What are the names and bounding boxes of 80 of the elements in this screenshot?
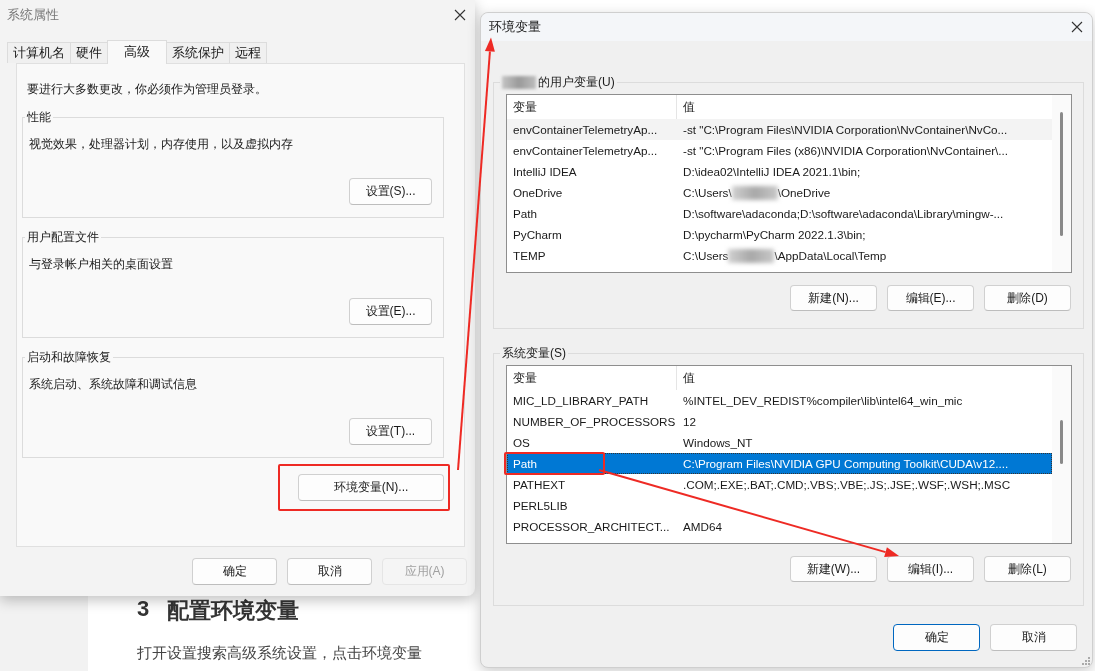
group-description: 系统启动、系统故障和调试信息: [29, 376, 198, 393]
section-number: 3: [137, 596, 150, 623]
table-cell-text: Windows_NT: [682, 435, 754, 451]
table-row[interactable]: OS Windows_NT: [507, 432, 1052, 453]
table-row[interactable]: PyCharm D:\pycharm\PyCharm 2022.1.3\bin;: [507, 224, 1052, 245]
table-cell: OneDrive: [513, 186, 563, 199]
resize-grip-icon[interactable]: [1082, 657, 1090, 665]
window-title: 环境变量: [489, 18, 541, 36]
table-cell: IntelliJ IDEA: [513, 165, 577, 178]
article-paragraph: 打开设置搜索高级系统设置，点击环境变量: [137, 644, 422, 663]
table-cell-text: AMD64: [682, 519, 723, 535]
scrollbar-thumb[interactable]: [1060, 112, 1063, 236]
table-row[interactable]: OneDrive C:\Users\ \OneDrive: [507, 182, 1052, 203]
group-description: 视觉效果，处理器计划，内存使用，以及虚拟内存: [29, 136, 294, 153]
table-cell-text: D:\idea02\IntelliJ IDEA 2021.1\bin;: [682, 164, 862, 180]
dialog-button[interactable]: 确定: [192, 558, 277, 585]
table-cell-text: .COM;.EXE;.BAT;.CMD;.VBS;.VBE;.JS;.JSE;.WSF;.WSH;.MSC: [682, 477, 1012, 493]
table-action-button[interactable]: 新建(W)...: [790, 556, 877, 582]
table-cell: OS: [513, 436, 530, 449]
scrollbar-thumb[interactable]: [1060, 420, 1063, 464]
window-title: 系统属性: [7, 6, 59, 24]
settings-button[interactable]: 设置(S)...: [349, 178, 432, 205]
tab[interactable]: 计算机名: [7, 42, 71, 63]
dialog-button[interactable]: 确定: [893, 624, 980, 651]
environment-variables-button[interactable]: 环境变量(N)...: [298, 474, 444, 501]
dialog-button[interactable]: 取消: [990, 624, 1077, 651]
table-cell: PATHEXT: [513, 478, 566, 491]
table-row[interactable]: envContainerTelemetryAp... -st "C:\Program Files\NVIDIA Corporation\NvContainer\NvCo...: [507, 119, 1052, 140]
table-cell: envContainerTelemetryAp...: [513, 144, 658, 157]
group-title: 的用户变量(U): [500, 74, 617, 91]
column-header[interactable]: 变量: [507, 366, 677, 390]
table-action-button[interactable]: 删除(L): [984, 556, 1071, 582]
table-action-button[interactable]: 编辑(E)...: [887, 285, 974, 311]
group-title: 性能: [26, 109, 52, 126]
table-action-button[interactable]: 编辑(I)...: [887, 556, 974, 582]
table-row[interactable]: envContainerTelemetryAp... -st "C:\Program Files (x86)\NVIDIA Corporation\NvContainer\...: [507, 140, 1052, 161]
close-icon[interactable]: [1071, 21, 1083, 33]
table-row[interactable]: MIC_LD_LIBRARY_PATH %INTEL_DEV_REDIST%compiler\lib\intel64_win_mic: [507, 390, 1052, 411]
settings-button[interactable]: 设置(E)...: [349, 298, 432, 325]
column-header[interactable]: 值: [677, 95, 1052, 119]
table-row[interactable]: PATHEXT .COM;.EXE;.BAT;.CMD;.VBS;.VBE;.JS;.JSE;.WSF;.WSH;.MSC: [507, 474, 1052, 495]
dialog-button[interactable]: 取消: [287, 558, 372, 585]
table-cell: PyCharm: [513, 228, 562, 241]
table-row[interactable]: PROCESSOR_ARCHITECT... AMD64: [507, 516, 1052, 537]
table-row[interactable]: Path D:\software\adaconda;D:\software\adaconda\Library\mingw-...: [507, 203, 1052, 224]
table-cell-text: D:\software\adaconda;D:\software\adaconda\Library\mingw-...: [682, 206, 1005, 222]
group-title: 用户配置文件: [26, 229, 100, 246]
table-cell: MIC_LD_LIBRARY_PATH: [513, 394, 649, 407]
table-cell: PROCESSOR_ARCHITECT...: [513, 520, 670, 533]
table-cell: Path: [513, 457, 538, 470]
table-cell-text: C:\Users\ \OneDrive: [682, 184, 832, 202]
table-cell-text: %INTEL_DEV_REDIST%compiler\lib\intel64_win_mic: [682, 393, 964, 409]
table-cell: TEMP: [513, 249, 546, 262]
notice-text: 要进行大多数更改，你必须作为管理员登录。: [26, 81, 268, 98]
table-row[interactable]: Path C:\Program Files\NVIDIA GPU Computing Toolkit\CUDA\v12....: [507, 453, 1052, 474]
table-cell: envContainerTelemetryAp...: [513, 123, 658, 136]
table-cell-text: C:\Program Files\NVIDIA GPU Computing Toolkit\CUDA\v12....: [682, 456, 1010, 472]
table-cell-text: -st "C:\Program Files\NVIDIA Corporation\NvContainer\NvCo...: [682, 122, 1009, 138]
close-icon[interactable]: [454, 9, 466, 21]
group-description: 与登录帐户相关的桌面设置: [29, 256, 174, 273]
table-row[interactable]: NUMBER_OF_PROCESSORS 12: [507, 411, 1052, 432]
group-title: 启动和故障恢复: [26, 349, 112, 366]
table-cell-text: 12: [682, 414, 697, 430]
tab[interactable]: 远程: [229, 42, 267, 63]
table-cell-text: -st "C:\Program Files (x86)\NVIDIA Corporation\NvContainer\...: [682, 143, 1009, 159]
table-row[interactable]: IntelliJ IDEA D:\idea02\IntelliJ IDEA 2021.1\bin;: [507, 161, 1052, 182]
table-cell: Path: [513, 207, 538, 220]
column-header[interactable]: 值: [677, 366, 1052, 390]
tab[interactable]: 高级: [107, 40, 167, 64]
table-cell: PERL5LIB: [513, 499, 568, 512]
table-row[interactable]: PERL5LIB: [507, 495, 1052, 516]
table-action-button[interactable]: 删除(D): [984, 285, 1071, 311]
group-title: 系统变量(S): [501, 345, 567, 362]
table-cell: NUMBER_OF_PROCESSORS: [513, 415, 676, 428]
table-row[interactable]: TEMP C:\Users \AppData\Local\Temp: [507, 245, 1052, 266]
section-heading: 配置环境变量: [167, 597, 300, 625]
table-cell-text: C:\Users \AppData\Local\Temp: [682, 247, 888, 265]
table-action-button[interactable]: 新建(N)...: [790, 285, 877, 311]
settings-button[interactable]: 设置(T)...: [349, 418, 432, 445]
table-cell-text: D:\pycharm\PyCharm 2022.1.3\bin;: [682, 227, 867, 243]
